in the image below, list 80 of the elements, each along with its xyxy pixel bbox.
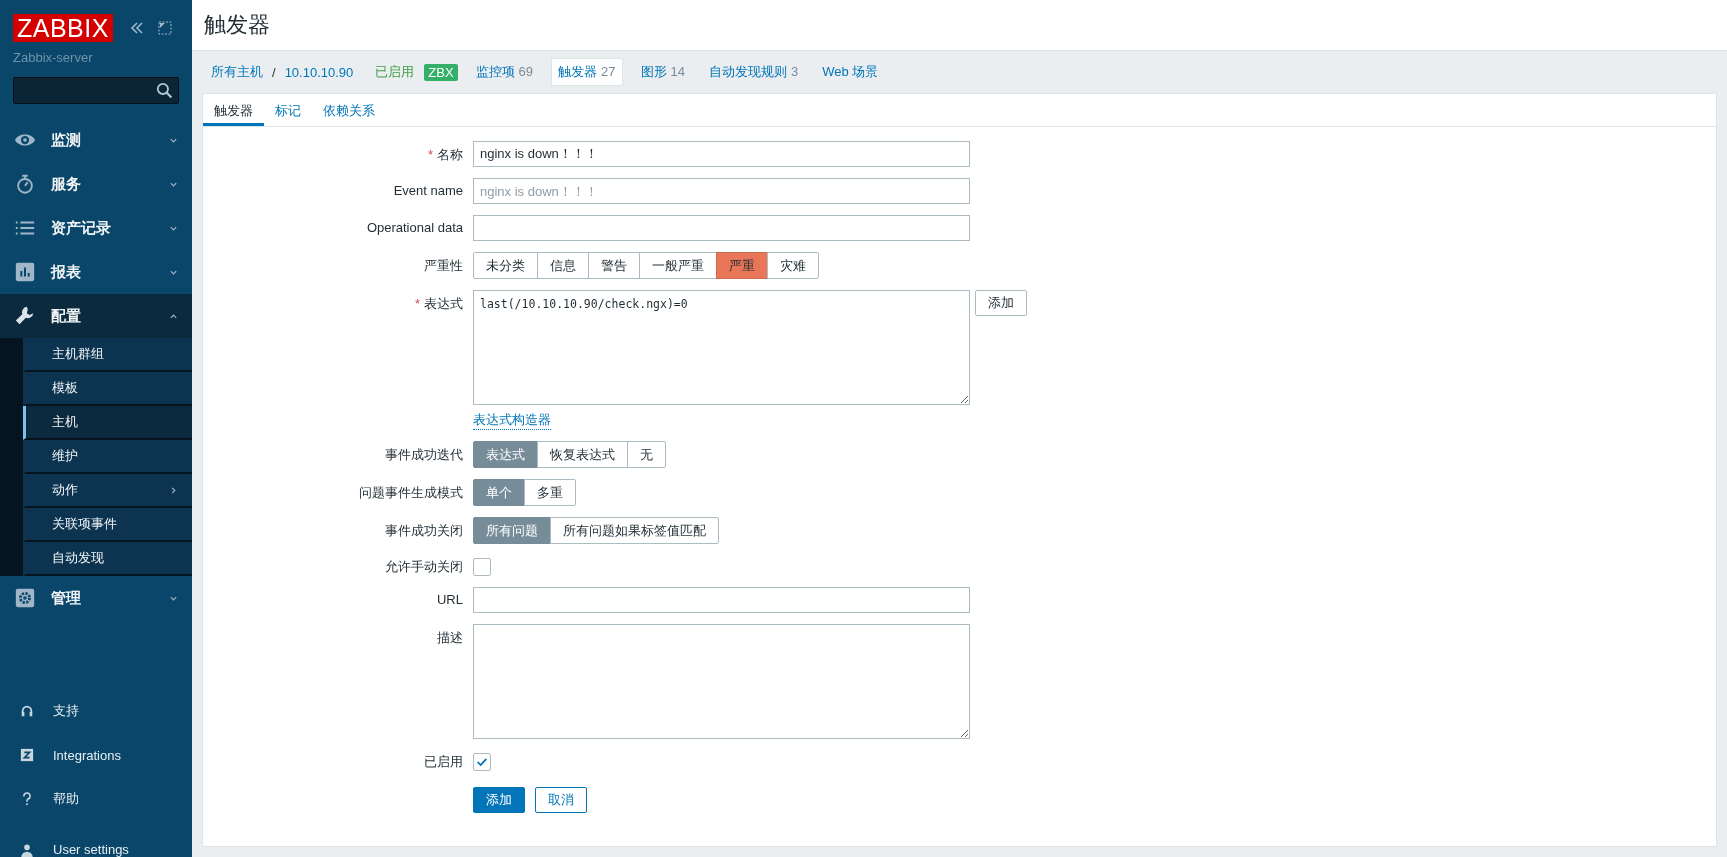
field-label: 描述 [436, 629, 463, 647]
field-label: Operational data [365, 219, 463, 235]
checkbox[interactable] [473, 558, 491, 576]
field-label: * 名称 [426, 146, 463, 164]
menu-item[interactable]: 监测 [0, 118, 192, 162]
field-label: 事件成功迭代 [384, 446, 463, 464]
form-tab[interactable]: 触发器 [203, 94, 264, 126]
question-icon [20, 792, 34, 806]
description-field[interactable] [473, 624, 970, 739]
stopwatch-icon [14, 173, 36, 195]
availability-badge: ZBX [424, 63, 458, 81]
segment-option[interactable]: 灾难 [767, 252, 819, 279]
headset-icon [20, 704, 34, 718]
field-label: Event name [392, 182, 463, 198]
add-button[interactable]: 添加 [975, 290, 1027, 316]
page-title: 触发器 [204, 11, 270, 39]
field-label: 事件成功关闭 [384, 522, 463, 540]
submenu-item[interactable]: 关联项事件 [23, 508, 192, 542]
wrench-icon [14, 305, 36, 327]
kiosk-mode-icon[interactable] [156, 20, 173, 36]
segment-option[interactable]: 所有问题如果标签值匹配 [550, 517, 719, 544]
footer-menu-item[interactable]: 帮助 [0, 777, 192, 821]
host-nav-link[interactable]: Web 场景 [816, 59, 885, 85]
segment-option[interactable]: 警告 [588, 252, 640, 279]
segment-option[interactable]: 恢复表达式 [537, 441, 628, 468]
z-logo-icon [20, 748, 34, 762]
expression-field[interactable]: last(/10.10.10.90/check.ngx)=0 [473, 290, 970, 405]
field-label: 已启用 [423, 753, 463, 771]
segment-option[interactable]: 一般严重 [639, 252, 717, 279]
chevron-icon [169, 485, 178, 495]
menu-item[interactable]: 服务 [0, 162, 192, 206]
text-field[interactable] [473, 215, 970, 241]
breadcrumb-separator: / [272, 64, 276, 80]
submenu-item[interactable]: 模板 [23, 372, 192, 406]
segment-option[interactable]: 无 [627, 441, 666, 468]
field-label: 问题事件生成模式 [358, 484, 463, 502]
footer-menu-item[interactable]: Integrations [0, 733, 192, 777]
search-field[interactable] [13, 77, 179, 104]
breadcrumb-link[interactable]: 所有主机 [211, 63, 263, 81]
zabbix-logo[interactable]: ZABBIX [13, 14, 113, 42]
submenu-item[interactable]: 主机群组 [23, 338, 192, 372]
segment-option[interactable]: 多重 [524, 479, 576, 506]
server-name: Zabbix-server [12, 49, 94, 65]
user-icon [20, 843, 34, 857]
footer-menu-item[interactable]: 支持 [0, 689, 192, 733]
form-tab[interactable]: 依赖关系 [312, 94, 386, 126]
breadcrumb-link[interactable]: 10.10.10.90 [284, 64, 354, 80]
host-nav-link[interactable]: 监控项 69 [469, 59, 540, 85]
host-nav-link[interactable]: 自动发现规则 3 [703, 59, 805, 85]
field-label: 严重性 [423, 257, 463, 275]
submenu-item[interactable]: 动作 [23, 474, 192, 508]
segment-option[interactable]: 未分类 [473, 252, 538, 279]
menu-item[interactable]: 管理 [0, 576, 192, 620]
text-field[interactable]: nginx is down！！！ [473, 141, 970, 167]
menu-item[interactable]: 报表 [0, 250, 192, 294]
checkbox[interactable] [473, 753, 491, 771]
text-field[interactable]: nginx is down！！！ [473, 178, 970, 204]
search-icon[interactable] [156, 82, 173, 99]
menu-item[interactable]: 资产记录 [0, 206, 192, 250]
submit-button[interactable]: 添加 [473, 787, 525, 813]
collapse-icon[interactable] [128, 20, 145, 36]
field-label: * 表达式 [413, 295, 463, 313]
submenu-item[interactable]: 主机 [23, 406, 192, 440]
submenu-item[interactable]: 维护 [23, 440, 192, 474]
segment-option[interactable]: 信息 [537, 252, 589, 279]
submenu-item[interactable]: 自动发现 [23, 542, 192, 576]
segment-option[interactable]: 严重 [716, 252, 768, 279]
form-tab[interactable]: 标记 [264, 94, 312, 126]
menu-item[interactable]: 配置 [0, 294, 192, 338]
chevron-icon [169, 311, 178, 321]
field-label: URL [436, 591, 463, 607]
footer-menu-item[interactable]: User settings [0, 821, 192, 857]
gear-icon [14, 587, 36, 609]
text-field[interactable] [473, 587, 970, 613]
cancel-button[interactable]: 取消 [535, 787, 587, 813]
host-nav-link[interactable]: 图形 14 [634, 59, 691, 85]
bar-chart-icon [14, 261, 36, 283]
field-label: 允许手动关闭 [384, 558, 463, 576]
host-nav-link[interactable]: 触发器 27 [551, 58, 623, 86]
expression-builder-link[interactable]: 表达式构造器 [473, 411, 551, 430]
